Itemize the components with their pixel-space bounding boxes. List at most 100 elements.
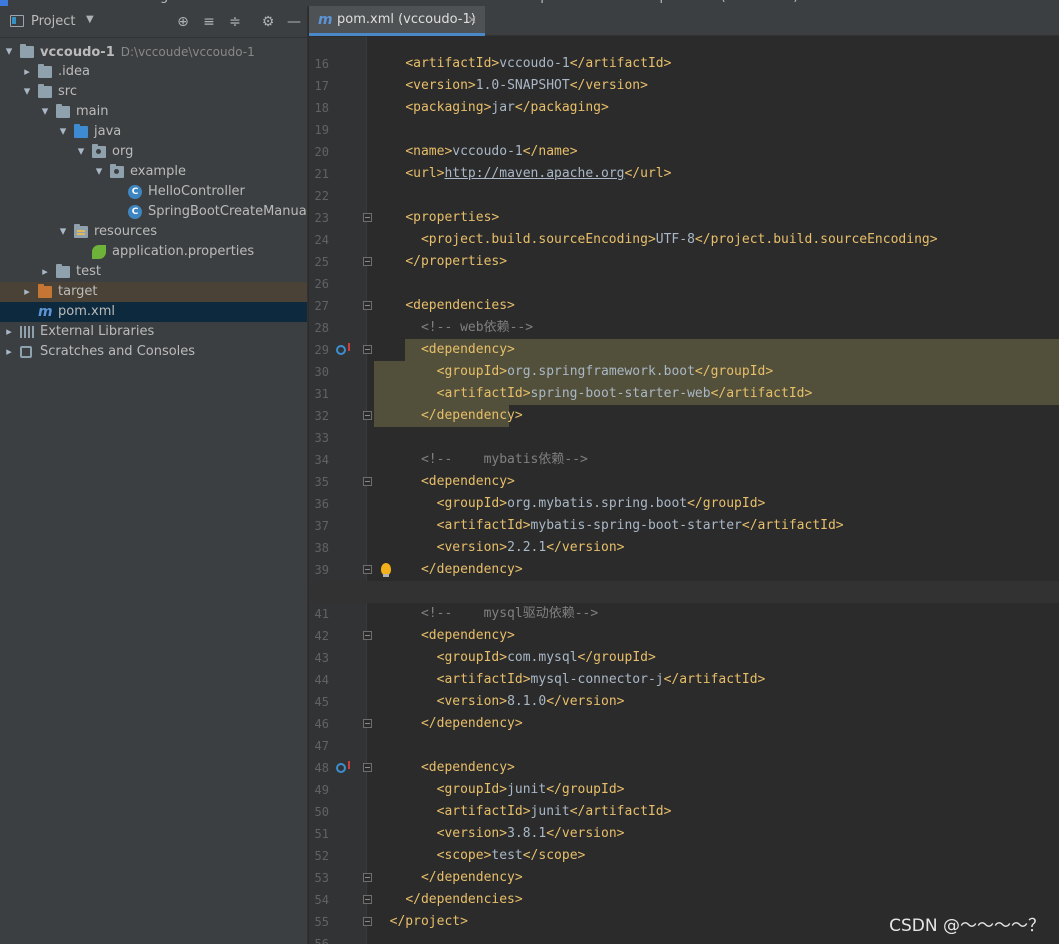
code-line[interactable]: <artifactId>mysql-connector-j</artifactI…: [309, 669, 1059, 691]
menu-item-file[interactable]: File: [22, 0, 44, 4]
fold-marker-icon[interactable]: [363, 213, 372, 222]
menu-item-tools[interactable]: Tools: [378, 0, 410, 4]
fold-marker-icon[interactable]: [363, 917, 372, 926]
code-line[interactable]: <dependency>: [309, 339, 1059, 361]
code-line[interactable]: <artifactId>junit</artifactId>: [309, 801, 1059, 823]
tree-item-idea[interactable]: ▸ .idea: [0, 62, 307, 82]
tree-item-main[interactable]: ▾ main: [0, 102, 307, 122]
code-line[interactable]: [309, 185, 1059, 207]
code-line[interactable]: <artifactId>mybatis-spring-boot-starter<…: [309, 515, 1059, 537]
menu-item-edit[interactable]: Edit: [55, 0, 80, 4]
tree-item-test[interactable]: ▸ test: [0, 262, 307, 282]
code-line[interactable]: </properties>: [309, 251, 1059, 273]
tree-item-hellocontroller[interactable]: C HelloController: [0, 182, 307, 202]
code-line[interactable]: <packaging>jar</packaging>: [309, 97, 1059, 119]
code-line[interactable]: <groupId>junit</groupId>: [309, 779, 1059, 801]
tree-item-springbootcreatemanualapplication[interactable]: C SpringBootCreateManualApplication: [0, 202, 307, 222]
menu-item-help[interactable]: Help: [519, 0, 549, 4]
code-line[interactable]: [309, 119, 1059, 141]
project-panel-title[interactable]: Project: [31, 14, 75, 29]
code-line[interactable]: <version>1.0-SNAPSHOT</version>: [309, 75, 1059, 97]
menu-item-code[interactable]: Code: [196, 0, 229, 4]
code-line[interactable]: <!-- web依赖-->: [309, 317, 1059, 339]
code-line[interactable]: <name>vccoudo-1</name>: [309, 141, 1059, 163]
fold-marker-icon[interactable]: [363, 763, 372, 772]
collapse-all-icon[interactable]: ≑: [225, 12, 245, 32]
fold-marker-icon[interactable]: [363, 631, 372, 640]
tree-item-java[interactable]: ▾ java: [0, 122, 307, 142]
expand-all-icon[interactable]: ≡: [199, 12, 219, 32]
chevron-right-icon[interactable]: ▸: [3, 322, 15, 342]
tree-item-application-properties[interactable]: application.properties: [0, 242, 307, 262]
fold-marker-icon[interactable]: [363, 345, 372, 354]
code-line[interactable]: <dependency>: [309, 757, 1059, 779]
code-line[interactable]: <dependencies>: [309, 295, 1059, 317]
code-line[interactable]: <!-- mysql驱动依赖-->: [309, 603, 1059, 625]
code-line[interactable]: [309, 735, 1059, 757]
code-line[interactable]: [309, 273, 1059, 295]
code-line[interactable]: <url>http://maven.apache.org</url>: [309, 163, 1059, 185]
chevron-down-icon[interactable]: ▾: [57, 222, 69, 242]
chevron-down-icon[interactable]: ▾: [75, 142, 87, 162]
fold-marker-icon[interactable]: [363, 477, 372, 486]
tree-item-scratches-and-consoles[interactable]: ▸ Scratches and Consoles: [0, 342, 307, 362]
menu-item-run[interactable]: Run: [344, 0, 369, 4]
fold-marker-icon[interactable]: [363, 301, 372, 310]
gear-icon[interactable]: ⚙: [258, 12, 278, 32]
chevron-down-icon[interactable]: ▾: [39, 102, 51, 122]
code-line[interactable]: <dependency>: [309, 625, 1059, 647]
chevron-down-icon[interactable]: ▾: [3, 42, 15, 62]
fold-marker-icon[interactable]: [363, 257, 372, 266]
code-line[interactable]: </dependency>: [309, 405, 1059, 427]
chevron-down-icon[interactable]: ▾: [93, 162, 105, 182]
code-line[interactable]: </dependencies>: [309, 889, 1059, 911]
fold-marker-icon[interactable]: [363, 565, 372, 574]
code-line[interactable]: <project.build.sourceEncoding>UTF-8</pro…: [309, 229, 1059, 251]
menu-item-build[interactable]: Build: [302, 0, 335, 4]
code-line[interactable]: <!-- mybatis依赖-->: [309, 449, 1059, 471]
chevron-down-icon[interactable]: ▼: [86, 14, 94, 25]
code-line[interactable]: <version>8.1.0</version>: [309, 691, 1059, 713]
code-line[interactable]: </dependency>: [309, 713, 1059, 735]
code-line[interactable]: <groupId>com.mysql</groupId>: [309, 647, 1059, 669]
code-line[interactable]: <groupId>org.springframework.boot</group…: [309, 361, 1059, 383]
minimize-icon[interactable]: —: [284, 12, 304, 32]
tree-item-src[interactable]: ▾ src: [0, 82, 307, 102]
menu-item-refactor[interactable]: Refactor: [239, 0, 294, 4]
fold-marker-icon[interactable]: [363, 411, 372, 420]
tree-item-vccoudo-1[interactable]: ▾ vccoudo-1 D:\vccoude\vccoudo-1: [0, 42, 307, 62]
code-line[interactable]: <version>3.8.1</version>: [309, 823, 1059, 845]
chevron-right-icon[interactable]: ▸: [21, 282, 33, 302]
tab-pom-xml[interactable]: m pom.xml (vccoudo-1) ✕: [309, 6, 485, 36]
chevron-right-icon[interactable]: ▸: [39, 262, 51, 282]
chevron-right-icon[interactable]: ▸: [21, 62, 33, 82]
code-line[interactable]: <dependency>: [309, 471, 1059, 493]
menu-item-window[interactable]: Window: [459, 0, 510, 4]
code-line[interactable]: </dependency>: [309, 867, 1059, 889]
tree-item-target[interactable]: ▸ target: [0, 282, 307, 302]
close-icon[interactable]: ✕: [467, 6, 477, 34]
fold-marker-icon[interactable]: [363, 895, 372, 904]
chevron-down-icon[interactable]: ▾: [57, 122, 69, 142]
locate-file-icon[interactable]: ⊕: [173, 12, 193, 32]
code-line[interactable]: <artifactId>vccoudo-1</artifactId>: [309, 53, 1059, 75]
tree-item-external-libraries[interactable]: ▸ External Libraries: [0, 322, 307, 342]
lightbulb-icon[interactable]: [381, 563, 391, 577]
tree-item-pom-xml[interactable]: m pom.xml: [0, 302, 307, 322]
menu-item-view[interactable]: View: [90, 0, 121, 4]
menu-item-navigate[interactable]: Navigate: [131, 0, 189, 4]
menu-item-vcs[interactable]: VCS: [424, 0, 450, 4]
tree-item-example[interactable]: ▾ example: [0, 162, 307, 182]
code-line[interactable]: <version>2.2.1</version>: [309, 537, 1059, 559]
code-line[interactable]: [309, 427, 1059, 449]
code-line[interactable]: </dependency>: [309, 559, 1059, 581]
tree-item-org[interactable]: ▾ org: [0, 142, 307, 162]
code-line[interactable]: <artifactId>spring-boot-starter-web</art…: [309, 383, 1059, 405]
code-line[interactable]: <groupId>org.mybatis.spring.boot</groupI…: [309, 493, 1059, 515]
chevron-right-icon[interactable]: ▸: [3, 342, 15, 362]
tree-item-resources[interactable]: ▾ resources: [0, 222, 307, 242]
code-line[interactable]: <properties>: [309, 207, 1059, 229]
fold-marker-icon[interactable]: [363, 719, 372, 728]
code-line[interactable]: [309, 581, 1059, 603]
code-line[interactable]: <scope>test</scope>: [309, 845, 1059, 867]
